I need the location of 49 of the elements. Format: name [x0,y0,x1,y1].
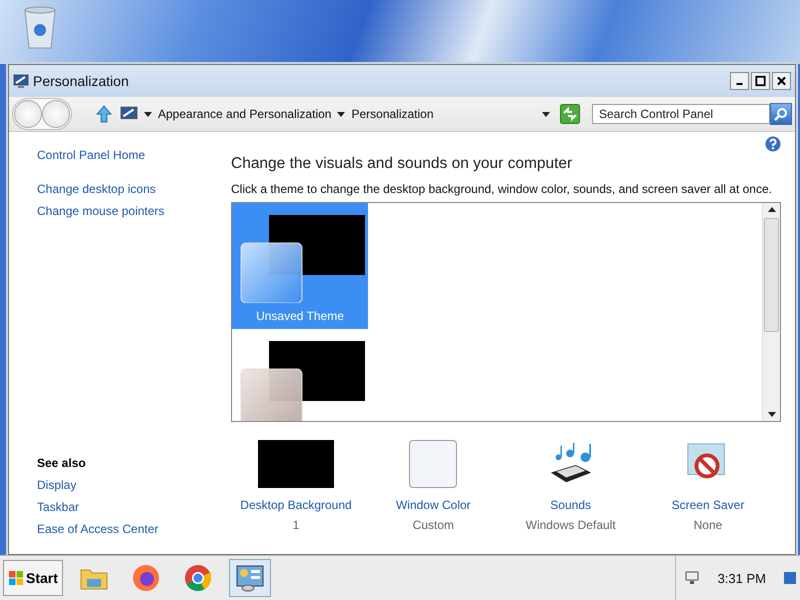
caret-icon[interactable] [144,112,152,116]
setting-link[interactable]: Desktop Background [240,498,352,512]
setting-link[interactable]: Screen Saver [672,498,744,512]
windows-logo-icon [8,570,24,586]
address-bar[interactable]: Appearance and Personalization Personalization [118,103,554,125]
window-title: Personalization [33,73,129,89]
maximize-button[interactable] [751,72,770,90]
breadcrumb-item[interactable]: Appearance and Personalization [158,107,332,121]
maximize-icon [754,75,767,87]
sidebar-link[interactable]: Change mouse pointers [37,204,231,218]
setting-value: 1 [292,518,300,532]
see-also-link[interactable]: Display [37,478,231,492]
see-also-link[interactable]: Taskbar [37,500,231,514]
sidebar-link[interactable]: Change desktop icons [37,182,231,196]
setting-link[interactable]: Sounds [550,498,591,512]
network-icon[interactable] [684,570,700,586]
scroll-down-arrow-icon[interactable] [768,412,776,417]
close-icon [775,75,788,87]
sidebar-link[interactable]: Control Panel Home [37,148,231,162]
scroll-up-arrow-icon[interactable] [768,207,776,212]
breadcrumb-item[interactable]: Personalization [351,107,434,121]
search-icon [773,106,789,122]
recycle-bin-icon[interactable] [22,6,58,50]
color-swatch[interactable] [409,440,458,488]
start-button[interactable]: Start [3,560,63,596]
help-icon[interactable] [765,136,781,152]
setting-value: Windows Default [526,518,616,532]
background-thumbnail[interactable] [258,440,334,488]
clock[interactable]: 3:31 PM [718,570,766,586]
search-button[interactable] [770,103,792,125]
page-heading: Change the visuals and sounds on your computer [231,155,572,173]
setting-value: None [694,518,722,532]
refresh-icon[interactable] [560,104,580,124]
caret-icon[interactable] [337,112,346,116]
page-description: Click a theme to change the desktop background, window color, sounds, and screen saver all at once. [231,182,773,196]
monitor-icon [13,73,29,89]
up-arrow-icon[interactable] [96,105,112,123]
scrollbar[interactable] [762,203,780,421]
control-panel-icon[interactable] [228,559,271,597]
see-also-link[interactable]: Ease of Access Center [37,522,231,536]
minimize-icon [736,83,743,85]
close-button[interactable] [772,72,791,90]
minimize-button[interactable] [730,72,749,90]
see-also-heading: See also [37,456,87,470]
search-field[interactable]: Search Control Panel [592,104,770,124]
setting-value: Custom [412,518,454,532]
setting-link[interactable]: Window Color [396,498,471,512]
dropdown-caret-icon[interactable] [542,112,550,116]
theme-label: Unsaved Theme [256,309,344,323]
